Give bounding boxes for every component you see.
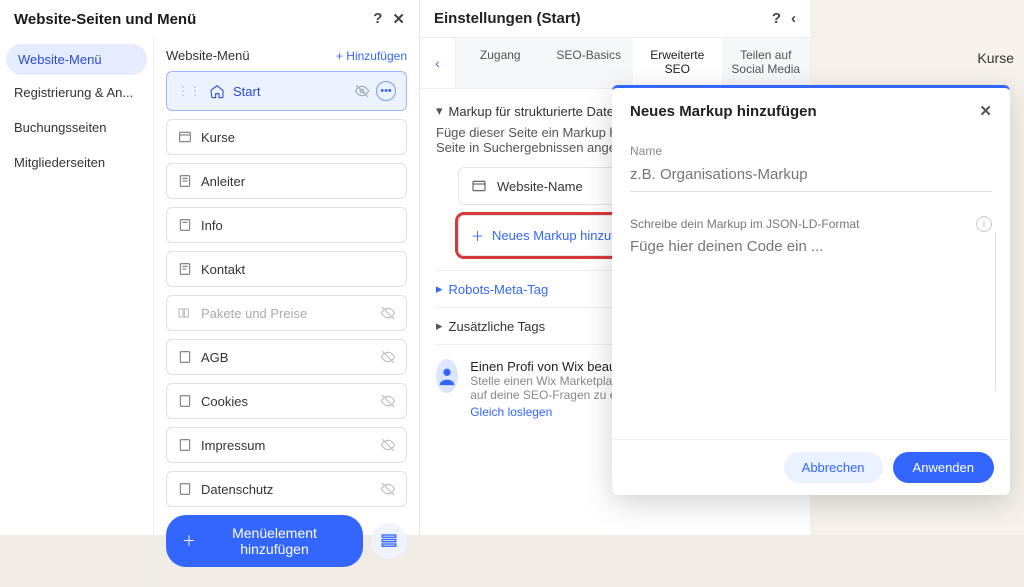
code-field-label: Schreibe dein Markup im JSON-LD-Format: [630, 217, 859, 231]
page-item-label: Kontakt: [201, 262, 245, 277]
canvas-hint: Kurse: [977, 50, 1014, 66]
page-item-datenschutz[interactable]: Datenschutz: [166, 471, 407, 507]
pages-panel-header: Website-Seiten und Menü ? ✕: [0, 0, 419, 38]
page-item-label: Cookies: [201, 394, 248, 409]
page-item-start[interactable]: ⋮⋮ Start •••: [166, 71, 407, 111]
menu-tools-button[interactable]: [371, 523, 407, 559]
add-menu-element-label: Menüelement hinzufügen: [202, 525, 347, 557]
settings-panel-header: Einstellungen (Start) ? ‹: [420, 0, 810, 37]
page-icon: [177, 349, 193, 365]
name-field-label: Name: [630, 144, 992, 158]
sidebar-item-website-menu[interactable]: Website-Menü: [6, 44, 147, 75]
help-icon[interactable]: ?: [772, 10, 781, 27]
modal-title: Neues Markup hinzufügen: [630, 103, 817, 120]
section-link-label: Robots-Meta-Tag: [449, 282, 549, 297]
eye-off-icon[interactable]: [380, 393, 396, 409]
back-icon[interactable]: ‹: [791, 10, 796, 27]
add-page-link[interactable]: + Hinzufügen: [336, 49, 407, 63]
page-item-kontakt[interactable]: Kontakt: [166, 251, 407, 287]
page-item-cookies[interactable]: Cookies: [166, 383, 407, 419]
pages-panel-title: Website-Seiten und Menü: [14, 11, 196, 28]
page-icon: [177, 393, 193, 409]
menu-column: Website-Menü + Hinzufügen ⋮⋮ Start ••• K…: [154, 38, 419, 587]
help-icon[interactable]: ?: [373, 10, 382, 28]
settings-tabs: ‹ Zugang SEO-Basics Erweiterte SEO Teile…: [420, 37, 810, 89]
sidebar-item-members[interactable]: Mitgliederseiten: [0, 145, 153, 180]
pricing-icon: [177, 305, 193, 321]
page-item-agb[interactable]: AGB: [166, 339, 407, 375]
info-icon[interactable]: i: [976, 216, 992, 232]
browser-icon: [471, 178, 487, 194]
sidebar-item-registration[interactable]: Registrierung & An...: [0, 75, 153, 110]
page-item-label: Impressum: [201, 438, 265, 453]
home-icon: [209, 83, 225, 99]
eye-off-icon[interactable]: [380, 437, 396, 453]
tab-erweiterte-seo[interactable]: Erweiterte SEO: [633, 38, 722, 88]
page-item-label: Kurse: [201, 130, 235, 145]
section-title: Markup für strukturierte Daten: [449, 104, 622, 119]
page-item-kurse[interactable]: Kurse: [166, 119, 407, 155]
eye-off-icon[interactable]: [380, 349, 396, 365]
apply-button[interactable]: Anwenden: [893, 452, 994, 483]
page-item-impressum[interactable]: Impressum: [166, 427, 407, 463]
pages-panel: Website-Seiten und Menü ? ✕ Website-Menü…: [0, 0, 420, 535]
chevron-right-icon: ▸: [436, 318, 443, 334]
sidebar-item-booking[interactable]: Buchungsseiten: [0, 110, 153, 145]
section-link-label: Zusätzliche Tags: [449, 319, 546, 334]
markup-name-input[interactable]: [630, 158, 992, 192]
page-item-label: Pakete und Preise: [201, 306, 307, 321]
page-item-anleiter[interactable]: Anleiter: [166, 163, 407, 199]
page-icon: [177, 173, 193, 189]
chevron-right-icon: [436, 281, 443, 297]
page-actions-icon[interactable]: •••: [376, 81, 396, 101]
chevron-down-icon: [436, 103, 443, 119]
close-icon[interactable]: ✕: [392, 10, 405, 28]
eye-off-icon[interactable]: [380, 305, 396, 321]
page-item-label: Datenschutz: [201, 482, 273, 497]
menu-column-title: Website-Menü: [166, 48, 250, 63]
drag-handle-icon[interactable]: ⋮⋮: [177, 84, 201, 98]
page-icon: [177, 129, 193, 145]
tab-zugang[interactable]: Zugang: [456, 38, 545, 88]
page-item-pakete[interactable]: Pakete und Preise: [166, 295, 407, 331]
add-markup-modal: Neues Markup hinzufügen ✕ Name Schreibe …: [612, 85, 1010, 495]
tab-social[interactable]: Teilen auf Social Media: [722, 38, 811, 88]
plus-icon: ＋: [471, 226, 484, 245]
settings-panel-title: Einstellungen (Start): [434, 10, 581, 27]
page-item-label: AGB: [201, 350, 228, 365]
tab-seo-basics[interactable]: SEO-Basics: [545, 38, 634, 88]
page-item-label: Info: [201, 218, 223, 233]
eye-off-icon[interactable]: [380, 481, 396, 497]
markup-row-label: Website-Name: [497, 179, 583, 194]
avatar-icon: [436, 359, 458, 393]
pages-sidebar: Website-Menü Registrierung & An... Buchu…: [0, 38, 154, 587]
page-icon: [177, 261, 193, 277]
page-icon: [177, 437, 193, 453]
plus-icon: ＋: [182, 531, 196, 551]
page-icon: [177, 481, 193, 497]
eye-off-icon[interactable]: [354, 83, 370, 99]
page-item-label: Start: [233, 84, 260, 99]
cancel-button[interactable]: Abbrechen: [784, 452, 883, 483]
page-item-info[interactable]: Info: [166, 207, 407, 243]
close-icon[interactable]: ✕: [979, 102, 992, 120]
tabs-back-button[interactable]: ‹: [420, 38, 456, 88]
add-menu-element-button[interactable]: ＋ Menüelement hinzufügen: [166, 515, 363, 567]
page-item-label: Anleiter: [201, 174, 245, 189]
markup-code-textarea[interactable]: [630, 238, 992, 388]
page-icon: [177, 217, 193, 233]
